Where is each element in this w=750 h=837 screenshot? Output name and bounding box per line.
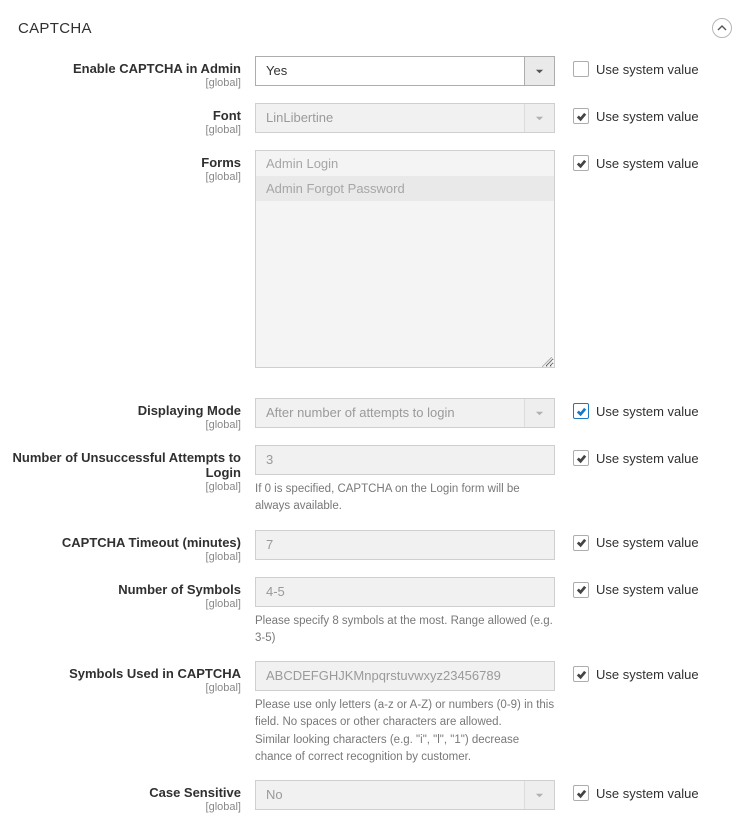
chevron-up-icon	[717, 23, 727, 33]
use-system-mode[interactable]	[573, 403, 589, 419]
forms-option: Admin Login	[256, 151, 554, 176]
attempts-help: If 0 is specified, CAPTCHA on the Login …	[255, 481, 555, 516]
label-forms: Forms	[10, 155, 241, 170]
label-case: Case Sensitive	[10, 785, 241, 800]
scope-symbols-used: [global]	[10, 682, 241, 694]
mode-select: After number of attempts to login	[255, 398, 555, 428]
dropdown-arrow-icon	[524, 104, 554, 132]
scope-enable: [global]	[10, 77, 241, 89]
symbols-used-input: ABCDEFGHJKMnpqrstuvwxyz23456789	[255, 661, 555, 691]
enable-select-value: Yes	[256, 57, 524, 85]
use-system-font[interactable]	[573, 108, 589, 124]
label-timeout: CAPTCHA Timeout (minutes)	[10, 535, 241, 550]
use-system-label-enable: Use system value	[596, 62, 699, 77]
font-select: LinLibertine	[255, 103, 555, 133]
resize-grip-icon	[542, 355, 552, 365]
use-system-label-symbols: Use system value	[596, 582, 699, 597]
use-system-symbols-used[interactable]	[573, 666, 589, 682]
use-system-label-font: Use system value	[596, 109, 699, 124]
use-system-label-timeout: Use system value	[596, 535, 699, 550]
dropdown-arrow-icon	[524, 57, 554, 85]
symbols-used-help: Please use only letters (a-z or A-Z) or …	[255, 697, 555, 766]
timeout-input: 7	[255, 530, 555, 560]
font-select-value: LinLibertine	[256, 104, 524, 132]
forms-multiselect: Admin Login Admin Forgot Password	[255, 150, 555, 368]
forms-option: Admin Forgot Password	[256, 176, 554, 201]
collapse-toggle[interactable]	[712, 18, 732, 38]
case-select: No	[255, 780, 555, 810]
scope-attempts: [global]	[10, 481, 241, 493]
scope-case: [global]	[10, 801, 241, 813]
enable-select[interactable]: Yes	[255, 56, 555, 86]
section-title: CAPTCHA	[18, 20, 92, 37]
symbols-help: Please specify 8 symbols at the most. Ra…	[255, 613, 555, 648]
dropdown-arrow-icon	[524, 399, 554, 427]
scope-mode: [global]	[10, 419, 241, 431]
label-symbols: Number of Symbols	[10, 582, 241, 597]
label-mode: Displaying Mode	[10, 403, 241, 418]
label-attempts: Number of Unsuccessful Attempts to Login	[10, 450, 241, 480]
scope-symbols: [global]	[10, 598, 241, 610]
use-system-label-attempts: Use system value	[596, 451, 699, 466]
use-system-case[interactable]	[573, 785, 589, 801]
dropdown-arrow-icon	[524, 781, 554, 809]
use-system-timeout[interactable]	[573, 535, 589, 551]
use-system-label-mode: Use system value	[596, 404, 699, 419]
attempts-input: 3	[255, 445, 555, 475]
use-system-attempts[interactable]	[573, 450, 589, 466]
use-system-label-forms: Use system value	[596, 156, 699, 171]
scope-timeout: [global]	[10, 551, 241, 563]
label-symbols-used: Symbols Used in CAPTCHA	[10, 666, 241, 681]
label-font: Font	[10, 108, 241, 123]
label-enable: Enable CAPTCHA in Admin	[10, 61, 241, 76]
scope-font: [global]	[10, 124, 241, 136]
use-system-enable[interactable]	[573, 61, 589, 77]
use-system-label-symbols-used: Use system value	[596, 667, 699, 682]
use-system-symbols[interactable]	[573, 582, 589, 598]
use-system-forms[interactable]	[573, 155, 589, 171]
use-system-label-case: Use system value	[596, 786, 699, 801]
scope-forms: [global]	[10, 171, 241, 183]
mode-select-value: After number of attempts to login	[256, 399, 524, 427]
symbols-input: 4-5	[255, 577, 555, 607]
case-select-value: No	[256, 781, 524, 809]
